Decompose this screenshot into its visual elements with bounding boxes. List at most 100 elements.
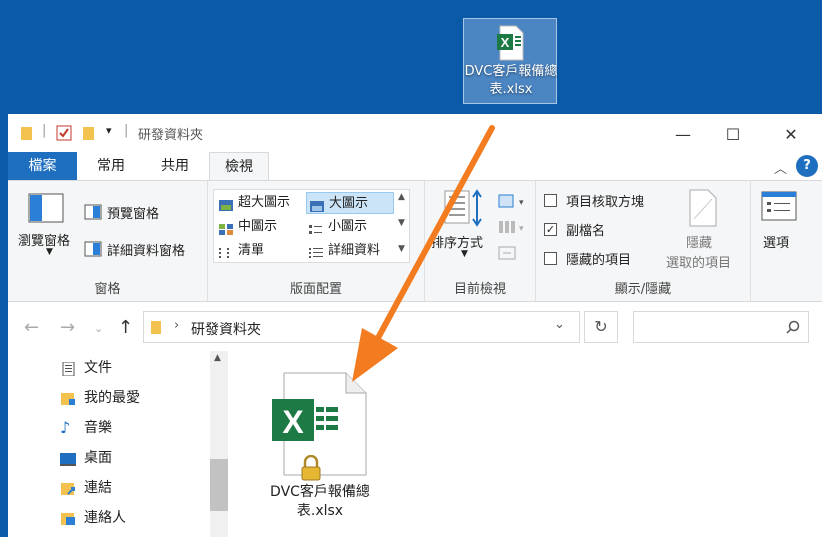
- layout-details[interactable]: 詳細資料: [306, 240, 380, 262]
- ribbon-tabs: 檔案 常用 共用 檢視 ︿ ?: [8, 152, 822, 180]
- excel-file-icon: X: [496, 25, 526, 65]
- sort-by-icon[interactable]: [443, 189, 485, 233]
- tab-view[interactable]: 檢視: [209, 152, 269, 180]
- item-checkboxes-checkbox[interactable]: [544, 194, 557, 207]
- layout-gallery: 超大圖示 大圖示 中圖示 小圖示 清單 詳細資料 ▲ ▼ ▼: [213, 189, 410, 263]
- layout-list[interactable]: 清單: [216, 240, 264, 262]
- breadcrumb-folder[interactable]: 研發資料夾: [191, 319, 261, 339]
- options-icon[interactable]: [761, 191, 797, 225]
- document-icon: [60, 361, 76, 377]
- show-hide-group: 項目核取方塊 ✓ 副檔名 隱藏的項目 隱藏 選取的項目 顯示/隱藏: [536, 181, 751, 301]
- options-group: 選項: [751, 181, 822, 301]
- file-extensions-checkbox[interactable]: ✓: [544, 223, 557, 236]
- nav-item-favorites[interactable]: 我的最愛: [60, 387, 140, 409]
- desktop-icon: [60, 451, 76, 466]
- gallery-expand-icon[interactable]: ▼: [398, 244, 405, 254]
- address-dropdown-icon[interactable]: ⌄: [554, 317, 565, 332]
- current-view-group: 排序方式 ▼ ▾ ▾ 目前檢視: [424, 181, 536, 301]
- gallery-scroll-up-icon[interactable]: ▲: [398, 192, 405, 202]
- tab-share[interactable]: 共用: [150, 152, 200, 180]
- current-view-group-label: 目前檢視: [453, 282, 506, 297]
- divider: |: [124, 123, 129, 138]
- image-icon: [310, 198, 324, 212]
- navigation-pane-icon[interactable]: [28, 193, 64, 227]
- group-by-icon[interactable]: ▾: [497, 193, 525, 213]
- sort-by-button[interactable]: 排序方式: [431, 232, 483, 251]
- tab-home[interactable]: 常用: [86, 152, 136, 180]
- details-icon: [309, 245, 323, 258]
- hide-selected-label-2[interactable]: 選取的項目: [666, 252, 731, 271]
- options-button[interactable]: 選項: [763, 232, 789, 251]
- hidden-items-checkbox[interactable]: [544, 252, 557, 265]
- tab-file[interactable]: 檔案: [8, 152, 77, 180]
- nav-item-contacts[interactable]: 連絡人: [60, 507, 126, 529]
- desktop-file-icon[interactable]: X DVC客戶報備總表.xlsx: [463, 18, 557, 104]
- file-extensions-label: 副檔名: [566, 224, 606, 239]
- nav-pane-scrollbar[interactable]: ▲: [210, 351, 228, 537]
- nav-item-links[interactable]: 連結: [60, 477, 112, 499]
- refresh-button[interactable]: ↻: [584, 311, 618, 343]
- nav-item-documents[interactable]: 文件: [60, 357, 112, 379]
- contacts-folder-icon: [60, 511, 76, 525]
- svg-text:▾: ▾: [519, 224, 524, 234]
- search-icon: [786, 320, 800, 334]
- address-bar[interactable]: › 研發資料夾 ⌄: [143, 311, 580, 343]
- layout-large-icons[interactable]: 大圖示: [306, 192, 394, 214]
- divider: |: [42, 123, 47, 138]
- favorites-folder-icon: [60, 391, 76, 405]
- hide-selected-icon[interactable]: [688, 189, 718, 231]
- svg-text:▾: ▾: [519, 198, 524, 208]
- breadcrumb-chevron-icon[interactable]: ›: [174, 318, 179, 333]
- excel-file-item[interactable]: X: [270, 371, 370, 483]
- svg-text:X: X: [282, 404, 304, 440]
- help-icon[interactable]: ?: [796, 155, 818, 177]
- maximize-button[interactable]: ☐: [710, 120, 756, 148]
- properties-icon[interactable]: [56, 125, 72, 145]
- navigation-pane: 文件 我的最愛 ♪ 音樂 桌面 連結 連絡人 ▲: [8, 351, 230, 537]
- file-name-label: DVC客戶報備總表.xlsx: [270, 484, 370, 519]
- scroll-up-icon[interactable]: ▲: [214, 353, 221, 363]
- panes-group: 瀏覽窗格 ▼ 預覽窗格 詳細資料窗格 窗格: [8, 181, 208, 301]
- item-checkboxes-label: 項目核取方塊: [566, 195, 645, 210]
- window-title: 研發資料夾: [138, 128, 204, 143]
- forward-arrow-icon[interactable]: →: [60, 317, 75, 338]
- ribbon: 瀏覽窗格 ▼ 預覽窗格 詳細資料窗格 窗格 超大圖示 大圖示 中圖示 小圖示 清…: [8, 180, 822, 302]
- preview-pane-button[interactable]: 預覽窗格: [107, 203, 159, 222]
- hide-selected-label-1[interactable]: 隱藏: [686, 232, 712, 251]
- up-arrow-icon[interactable]: ↑: [118, 317, 133, 338]
- close-button[interactable]: ✕: [768, 120, 814, 148]
- title-bar: | ▾ | 研發資料夾 — ☐ ✕: [8, 114, 822, 152]
- scrollbar-thumb[interactable]: [210, 459, 228, 511]
- layout-medium-icons[interactable]: 中圖示: [216, 216, 277, 238]
- navigation-bar: ← → ⌄ ↑ › 研發資料夾 ⌄ ↻: [8, 303, 822, 351]
- chevron-down-icon[interactable]: ▼: [46, 247, 53, 257]
- size-columns-icon[interactable]: [497, 245, 517, 265]
- nav-item-music[interactable]: ♪ 音樂: [60, 417, 112, 439]
- back-arrow-icon[interactable]: ←: [24, 317, 39, 338]
- collapse-ribbon-icon[interactable]: ︿: [774, 158, 787, 177]
- folder-icon: [20, 125, 34, 145]
- recent-locations-icon[interactable]: ⌄: [94, 322, 103, 335]
- new-folder-icon[interactable]: [82, 125, 96, 145]
- minimize-button[interactable]: —: [660, 120, 706, 148]
- layout-extra-large-icons[interactable]: 超大圖示: [216, 192, 290, 214]
- layout-small-icons[interactable]: 小圖示: [306, 216, 367, 238]
- details-pane-button[interactable]: 詳細資料窗格: [107, 240, 185, 259]
- svg-text:X: X: [501, 35, 510, 50]
- quick-access-dropdown-icon[interactable]: ▾: [106, 124, 112, 137]
- search-input[interactable]: [633, 311, 809, 343]
- gallery-scroll-down-icon[interactable]: ▼: [398, 218, 405, 228]
- chevron-down-icon[interactable]: ▼: [461, 249, 468, 259]
- navigation-pane-button[interactable]: 瀏覽窗格: [18, 230, 70, 249]
- small-icons-icon: [309, 221, 323, 234]
- folder-icon: [151, 321, 161, 334]
- add-columns-icon[interactable]: ▾: [497, 219, 525, 239]
- show-hide-group-label: 顯示/隱藏: [614, 282, 672, 297]
- panes-group-label: 窗格: [94, 282, 121, 297]
- file-list: X DVC客戶報備總表.xlsx: [230, 351, 822, 537]
- image-icon: [219, 197, 233, 211]
- layout-group: 超大圖示 大圖示 中圖示 小圖示 清單 詳細資料 ▲ ▼ ▼ 版面配置: [208, 181, 424, 301]
- desktop-file-name: DVC客戶報備總表.xlsx: [464, 64, 558, 97]
- nav-item-desktop[interactable]: 桌面: [60, 447, 112, 469]
- links-folder-icon: [60, 481, 76, 495]
